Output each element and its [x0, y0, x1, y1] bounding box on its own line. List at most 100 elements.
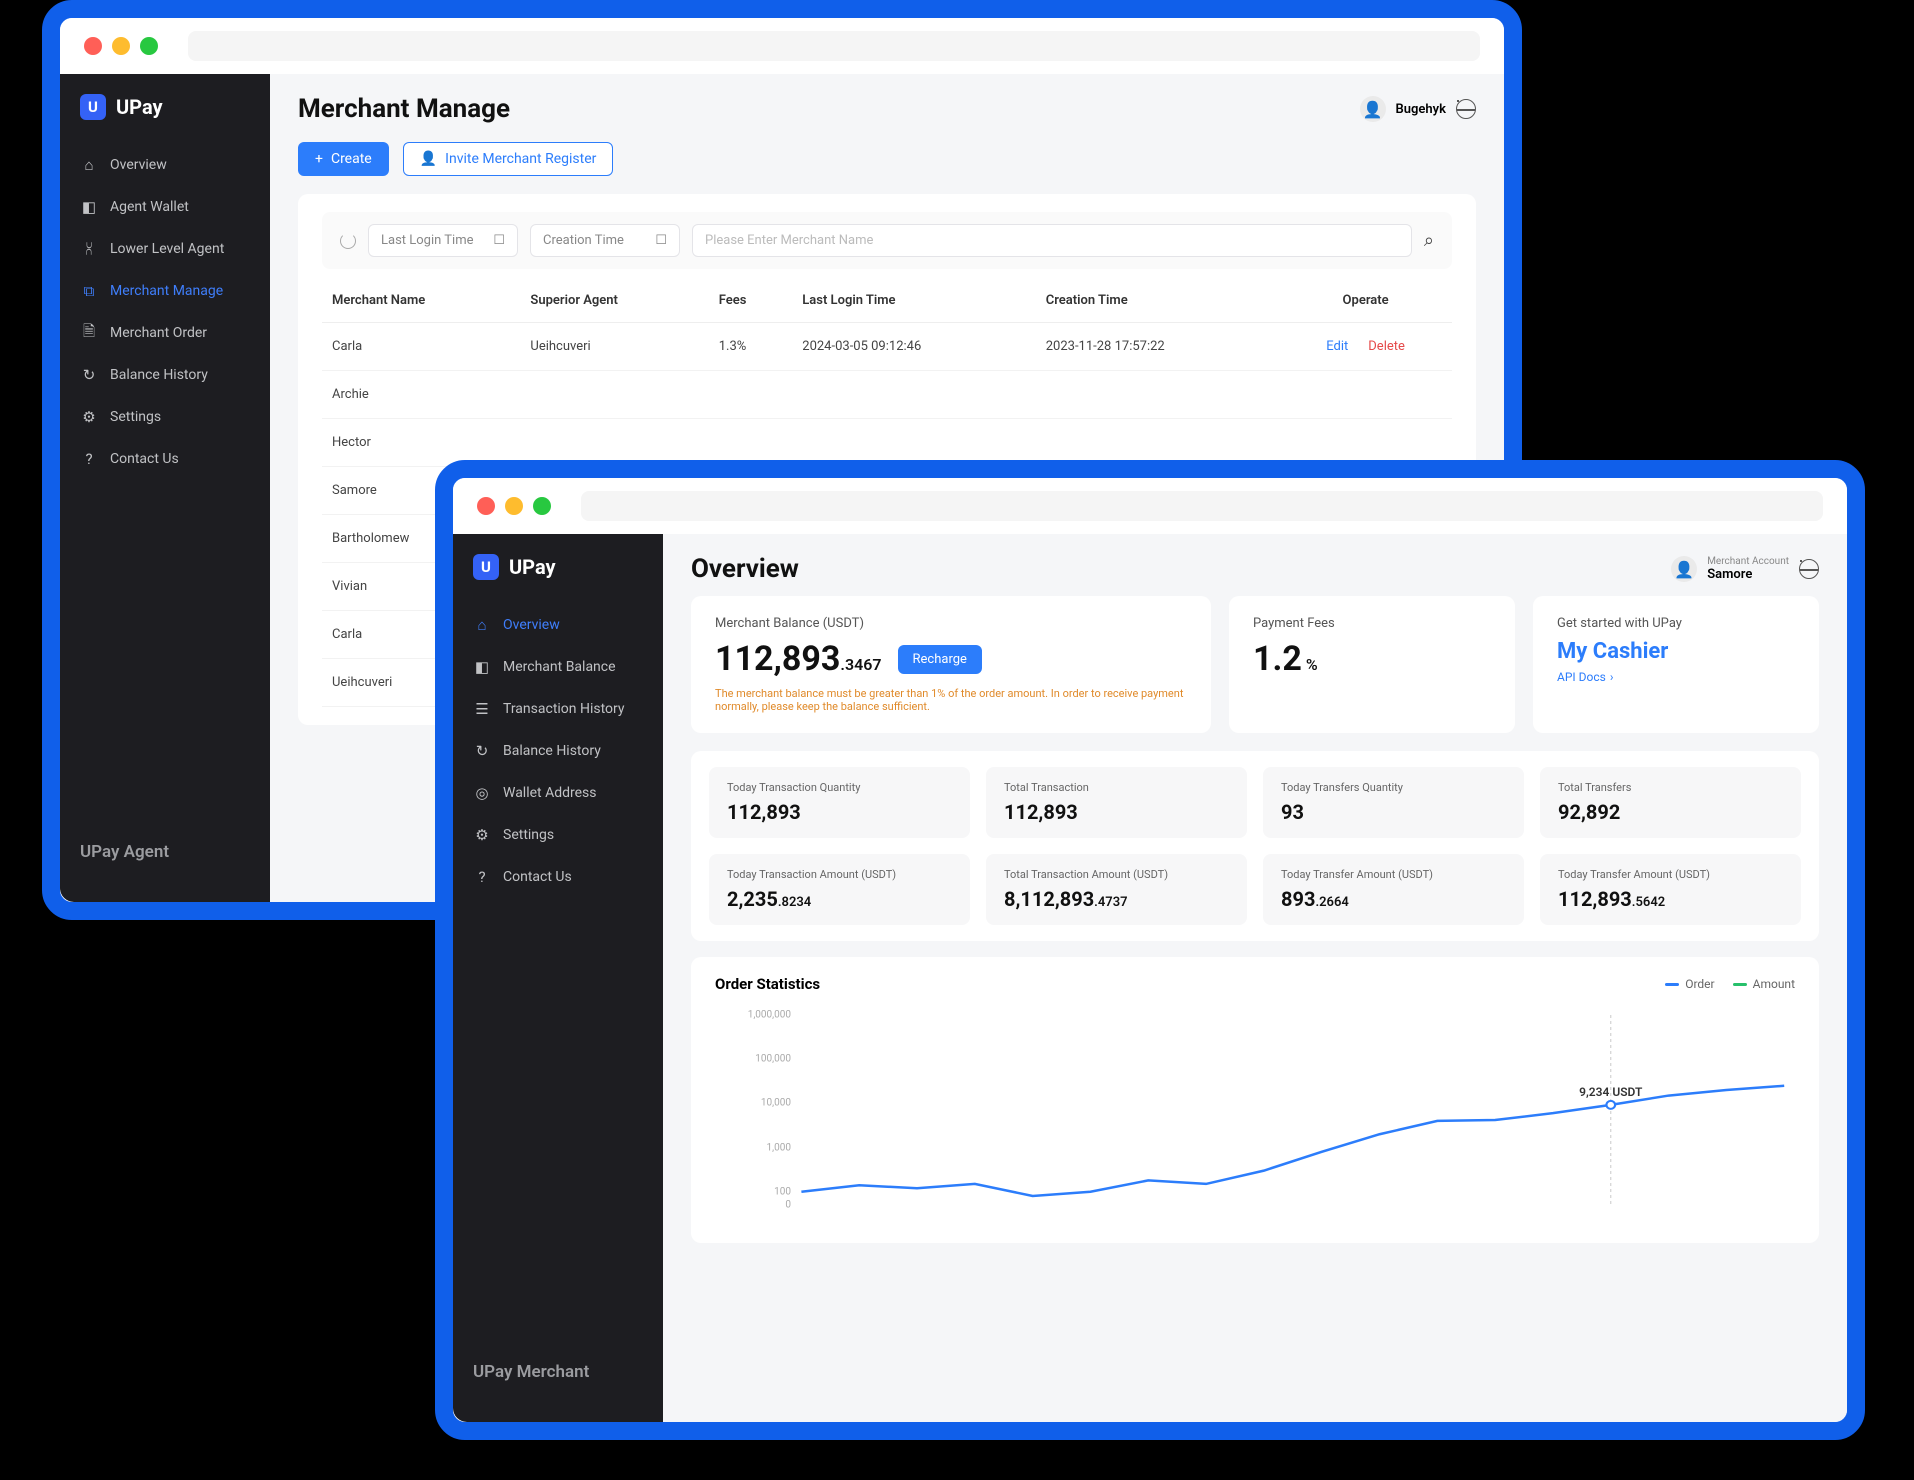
stat-value: 112,893: [1004, 800, 1229, 824]
user-name[interactable]: Bugehyk: [1396, 102, 1446, 117]
refresh-icon[interactable]: [340, 233, 356, 249]
invite-button[interactable]: 👤 Invite Merchant Register: [403, 142, 614, 176]
sidebar-item-transaction-history[interactable]: ☰Transaction History: [453, 688, 663, 730]
nav-label: Balance History: [110, 367, 208, 383]
stat-label: Today Transfer Amount (USDT): [1558, 868, 1783, 881]
stat-card: Total Transfers92,892: [1540, 767, 1801, 838]
merchant-name-search[interactable]: Please Enter Merchant Name: [692, 224, 1412, 257]
nav-label: Settings: [503, 827, 554, 843]
stat-label: Today Transaction Amount (USDT): [727, 868, 952, 881]
edit-link[interactable]: Edit: [1326, 339, 1348, 354]
sidebar-item-balance-history[interactable]: ↻ Balance History: [60, 354, 270, 396]
stat-card: Today Transaction Amount (USDT)2,235.823…: [709, 854, 970, 925]
maximize-icon[interactable]: [533, 497, 551, 515]
sidebar-item-lower-level-agent[interactable]: ⩆Lower Level Agent: [60, 228, 270, 270]
creation-time-filter-label: Creation Time: [543, 233, 624, 248]
calendar-icon: ☐: [655, 233, 667, 248]
nav-icon: ◧: [473, 658, 491, 676]
balance-card: Merchant Balance (USDT) 112,893.3467 Rec…: [691, 596, 1211, 733]
chart-legend: Order Amount: [1665, 977, 1795, 991]
stat-label: Total Transaction Amount (USDT): [1004, 868, 1229, 881]
sidebar-item-wallet-address[interactable]: ◎Wallet Address: [453, 772, 663, 814]
sidebar-item-merchant-order[interactable]: 🗎Merchant Order: [60, 312, 270, 354]
balance-label: Merchant Balance (USDT): [715, 616, 1187, 631]
stat-label: Total Transfers: [1558, 781, 1783, 794]
stat-label: Total Transaction: [1004, 781, 1229, 794]
calendar-icon: ☐: [493, 233, 505, 248]
creation-time-filter[interactable]: Creation Time ☐: [530, 224, 680, 257]
nav-label: Merchant Balance: [503, 659, 616, 675]
col-header: Superior Agent: [520, 279, 708, 323]
nav-label: Merchant Manage: [110, 283, 223, 299]
user-icon: 👤: [420, 151, 437, 167]
titlebar: [453, 478, 1847, 534]
stat-label: Today Transfer Amount (USDT): [1281, 868, 1506, 881]
nav-label: Overview: [503, 617, 560, 633]
nav-icon: ◎: [473, 784, 491, 802]
app-name: UPay: [509, 555, 556, 579]
sidebar-item-balance-history[interactable]: ↻Balance History: [453, 730, 663, 772]
nav-label: Contact Us: [503, 869, 572, 885]
minimize-icon[interactable]: [112, 37, 130, 55]
table-row[interactable]: Archie: [322, 371, 1452, 419]
avatar[interactable]: 👤: [1671, 556, 1697, 582]
balance-warning: The merchant balance must be greater tha…: [715, 687, 1187, 713]
col-header: Fees: [709, 279, 793, 323]
get-started-label: Get started with UPay: [1557, 616, 1795, 631]
close-icon[interactable]: [84, 37, 102, 55]
nav-label: Overview: [110, 157, 167, 173]
sidebar-item-merchant-balance[interactable]: ◧ Merchant Balance: [453, 646, 663, 688]
balance-value: 112,893.3467: [715, 639, 882, 679]
delete-link[interactable]: Delete: [1368, 339, 1405, 354]
user-name[interactable]: Samore: [1707, 567, 1789, 582]
nav-icon: ☰: [473, 700, 491, 718]
sidebar-item-settings[interactable]: ⚙Settings: [60, 396, 270, 438]
y-tick: 10,000: [761, 1098, 791, 1109]
fees-card: Payment Fees 1.2 %: [1229, 596, 1515, 733]
last-login-filter[interactable]: Last Login Time ☐: [368, 224, 518, 257]
nav-icon: ↻: [80, 366, 98, 384]
my-cashier-link[interactable]: My Cashier: [1557, 639, 1795, 664]
sidebar-item-settings[interactable]: ⚙ Settings: [453, 814, 663, 856]
user-label: Merchant Account: [1707, 556, 1789, 567]
search-placeholder: Please Enter Merchant Name: [705, 233, 873, 248]
logo: U UPay: [453, 554, 663, 604]
y-tick: 0: [785, 1200, 791, 1211]
logo: U UPay: [60, 94, 270, 144]
merchant-sidebar: U UPay ⌂ Overview ◧ Merchant Balance ☰Transa…: [453, 534, 663, 1422]
nav-label: Settings: [110, 409, 161, 425]
close-icon[interactable]: [477, 497, 495, 515]
page-title: Merchant Manage: [298, 94, 510, 124]
col-header: Merchant Name: [322, 279, 520, 323]
last-login-filter-label: Last Login Time: [381, 233, 474, 248]
sidebar-item-merchant-manage[interactable]: ⧉Merchant Manage: [60, 270, 270, 312]
api-docs-link[interactable]: API Docs ›: [1557, 670, 1795, 684]
stat-value: 893.2664: [1281, 887, 1506, 911]
nav-icon: ⌂: [473, 616, 491, 634]
stat-card: Today Transaction Quantity112,893: [709, 767, 970, 838]
avatar[interactable]: 👤: [1360, 96, 1386, 122]
fees-label: Payment Fees: [1253, 616, 1491, 631]
stat-value: 112,893: [727, 800, 952, 824]
sidebar-item-contact-us[interactable]: ?Contact Us: [453, 856, 663, 898]
nav-icon: ⚙: [473, 826, 491, 844]
address-bar[interactable]: [581, 491, 1823, 521]
recharge-button[interactable]: Recharge: [898, 645, 982, 674]
maximize-icon[interactable]: [140, 37, 158, 55]
sidebar-item-overview[interactable]: ⌂Overview: [60, 144, 270, 186]
sidebar-footer: UPay Agent: [60, 822, 270, 882]
globe-icon[interactable]: [1799, 559, 1819, 579]
sidebar-item-contact-us[interactable]: ?Contact Us: [60, 438, 270, 480]
table-row[interactable]: CarlaUeihcuveri1.3%2024-03-05 09:12:4620…: [322, 323, 1452, 371]
create-button[interactable]: + Create: [298, 142, 389, 176]
sidebar-item-agent-wallet[interactable]: ◧Agent Wallet: [60, 186, 270, 228]
stat-value: 8,112,893.4737: [1004, 887, 1229, 911]
search-icon[interactable]: ⌕: [1424, 230, 1434, 251]
nav-icon: ⩆: [80, 240, 98, 258]
sidebar-item-overview[interactable]: ⌂ Overview: [453, 604, 663, 646]
merchant-window: U UPay ⌂ Overview ◧ Merchant Balance ☰Transa…: [435, 460, 1865, 1440]
minimize-icon[interactable]: [505, 497, 523, 515]
globe-icon[interactable]: [1456, 99, 1476, 119]
nav-label: Contact Us: [110, 451, 179, 467]
address-bar[interactable]: [188, 31, 1480, 61]
